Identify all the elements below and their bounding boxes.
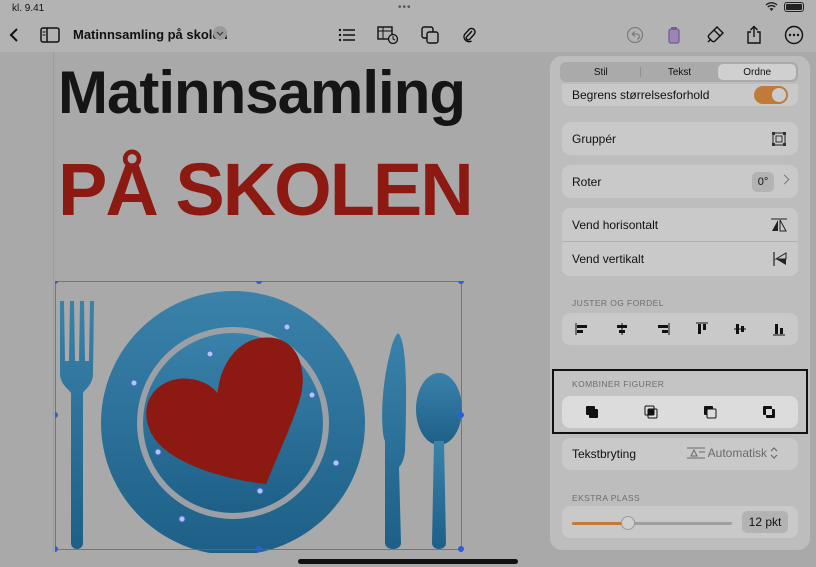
shapes-icon[interactable] [419,22,441,48]
extra-space-slider-fill [572,522,628,525]
list-icon[interactable] [336,22,358,48]
margin-guide [53,52,54,552]
knife-icon [382,333,407,549]
flip-horizontal-row[interactable]: Vend horisontalt [562,208,798,242]
format-paintbrush-icon[interactable] [703,22,727,48]
align-middle-icon[interactable] [734,322,747,336]
document-title[interactable]: Matinnsamling på skolen [73,27,228,42]
align-right-icon[interactable] [656,323,670,335]
wifi-icon [765,2,778,11]
combine-shapes-row [562,396,798,428]
flip-vertical-label: Vend vertikalt [572,252,645,266]
align-distribute-row [562,313,798,345]
tab-tekst[interactable]: Tekst [641,64,719,80]
rotate-row[interactable]: Roter 0° [562,165,798,198]
text-wrap-row[interactable]: Tekstbryting Automatisk [562,438,798,470]
undo-icon[interactable] [624,22,646,48]
align-bottom-icon[interactable] [772,322,785,336]
status-bar: kl. 9.41 ••• [0,0,816,18]
align-section-title: JUSTER OG FORDEL [572,298,664,308]
exclude-icon[interactable] [762,405,776,419]
format-panel: Stil Tekst Ordne Begrens størrelsesforho… [550,56,810,550]
tab-ordne[interactable]: Ordne [718,64,797,80]
updown-chevron-icon [770,447,778,459]
extra-space-section-title: EKSTRA PLASS [572,493,641,503]
extra-space-slider-thumb[interactable] [621,516,635,530]
tab-stil[interactable]: Stil [562,64,640,80]
format-brush-icon[interactable] [663,22,685,48]
aspect-ratio-row: Begrens størrelsesforhold [562,84,798,106]
status-time: kl. 9.41 [12,3,45,14]
title-menu-chevron-down-icon[interactable] [213,26,227,40]
aspect-ratio-toggle[interactable] [754,86,788,104]
headline-line2[interactable]: PÅ SKOLEN [58,147,474,232]
more-icon[interactable] [782,22,806,48]
headline-line1[interactable]: Matinnsamling [58,58,466,127]
extra-space-value[interactable]: 12 pkt [742,511,788,533]
text-wrap-value[interactable]: Automatisk [686,446,778,460]
battery-icon [784,2,804,12]
spoon-icon [416,373,462,549]
rotate-value[interactable]: 0° [752,172,774,192]
group-label: Gruppér [572,131,617,146]
back-icon[interactable] [6,22,22,48]
home-indicator[interactable] [298,559,518,564]
combine-section-title: KOMBINER FIGURER [572,379,665,389]
sidebar-icon[interactable] [38,22,62,48]
unite-icon[interactable] [585,405,599,419]
fork-icon [60,301,94,549]
extra-space-row: 12 pkt [562,506,798,538]
paperclip-icon[interactable] [459,22,479,48]
intersect-icon[interactable] [644,405,658,419]
flip-vertical-row[interactable]: Vend vertikalt [562,242,798,276]
flip-horizontal-icon [771,218,787,231]
table-chart-icon[interactable] [376,22,400,48]
combine-shapes-section: KOMBINER FIGURER [552,369,808,434]
flip-horizontal-label: Vend horisontalt [572,217,659,232]
align-top-icon[interactable] [696,322,709,336]
toolbar: Matinnsamling på skolen [0,18,816,52]
text-wrap-icon [686,447,705,459]
group-icon [772,131,786,146]
text-wrap-value-label: Automatisk [707,446,767,460]
align-center-icon[interactable] [615,323,629,335]
extra-space-slider[interactable] [572,516,732,530]
flip-vertical-icon [773,252,787,266]
format-tabs: Stil Tekst Ordne [560,62,798,82]
group-row[interactable]: Gruppér [562,122,798,155]
align-left-icon[interactable] [575,323,589,335]
plate-cutlery-graphic[interactable] [55,281,465,553]
multitasking-dots-icon[interactable]: ••• [398,2,412,13]
share-icon[interactable] [743,22,765,48]
subtract-icon[interactable] [703,405,717,419]
